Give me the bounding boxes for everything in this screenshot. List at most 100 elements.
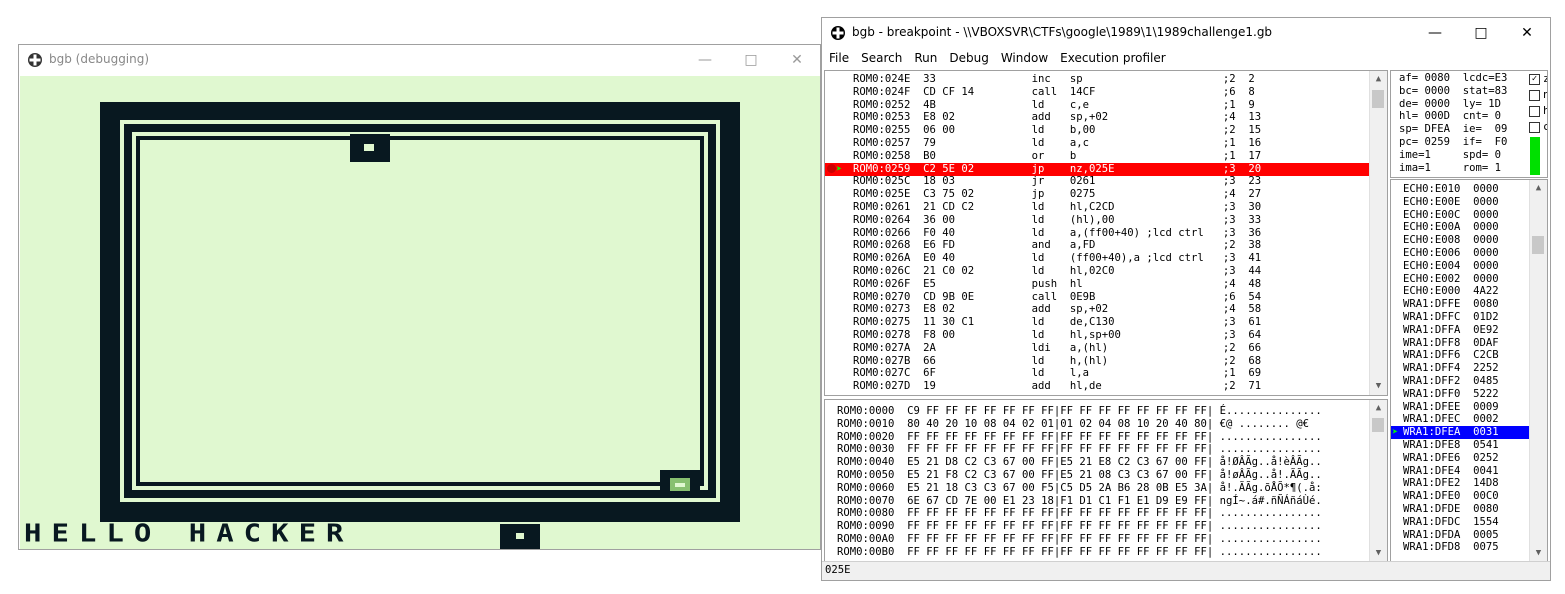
- disasm-row[interactable]: ROM0:0252 4B ld c,e ;1 9: [825, 99, 1369, 112]
- memory-row[interactable]: ROM0:00A0 FF FF FF FF FF FF FF FF|FF FF …: [837, 533, 1369, 546]
- memory-row[interactable]: ROM0:0060 E5 21 18 C3 C3 67 00 F5|C5 D5 …: [837, 482, 1369, 495]
- current-stack-row[interactable]: WRA1:DFEA 0031 ➤: [1391, 426, 1529, 440]
- stack-row[interactable]: WRA1:DFFE 0080: [1403, 298, 1529, 311]
- memory-row[interactable]: ROM0:0030 FF FF FF FF FF FF FF FF|FF FF …: [837, 443, 1369, 456]
- disasm-row[interactable]: ROM0:0253 E8 02 add sp,+02 ;4 13: [825, 111, 1369, 124]
- disasm-row[interactable]: ROM0:0261 21 CD C2 ld hl,C2CD ;3 30: [825, 201, 1369, 214]
- menu-run[interactable]: Run: [907, 48, 942, 65]
- scroll-thumb[interactable]: [1372, 90, 1384, 108]
- stack-row[interactable]: WRA1:DFF4 2252: [1403, 362, 1529, 375]
- stack-scrollbar[interactable]: ▲ ▼: [1529, 180, 1547, 562]
- memory-row[interactable]: ROM0:0010 80 40 20 10 08 04 02 01|01 02 …: [837, 418, 1369, 431]
- stack-row[interactable]: WRA1:DFF0 5222: [1403, 388, 1529, 401]
- scroll-up-icon[interactable]: ▲: [1370, 71, 1387, 88]
- disasm-row[interactable]: ROM0:0278 F8 00 ld hl,sp+00 ;3 64: [825, 329, 1369, 342]
- stack-row[interactable]: ECH0:E00E 0000: [1403, 196, 1529, 209]
- memory-row[interactable]: ROM0:0040 E5 21 D8 C2 C3 67 00 FF|E5 21 …: [837, 456, 1369, 469]
- stack-row[interactable]: ECH0:E008 0000: [1403, 234, 1529, 247]
- memory-row[interactable]: ROM0:0070 6E 67 CD 7E 00 E1 23 18|F1 D1 …: [837, 495, 1369, 508]
- disasm-row[interactable]: ROM0:027A 2A ldi a,(hl) ;2 66: [825, 342, 1369, 355]
- disasm-row[interactable]: ROM0:026F E5 push hl ;4 48: [825, 278, 1369, 291]
- stack-row[interactable]: WRA1:DFD8 0075: [1403, 541, 1529, 554]
- register-row[interactable]: bc= 0000 stat=83: [1399, 85, 1507, 98]
- emulator-titlebar[interactable]: bgb (debugging) — □ ✕: [19, 45, 820, 75]
- disasm-row[interactable]: ROM0:024F CD CF 14 call 14CF ;6 8: [825, 86, 1369, 99]
- disasm-row[interactable]: ROM0:026A E0 40 ld (ff00+40),a ;lcd ctrl…: [825, 252, 1369, 265]
- stack-row[interactable]: WRA1:DFDE 0080: [1403, 503, 1529, 516]
- register-row[interactable]: af= 0080 lcdc=E3: [1399, 72, 1507, 85]
- stack-row[interactable]: ECH0:E00C 0000: [1403, 209, 1529, 222]
- memory-pane[interactable]: ROM0:0000 C9 FF FF FF FF FF FF FF|FF FF …: [824, 399, 1388, 563]
- memory-row[interactable]: ROM0:0090 FF FF FF FF FF FF FF FF|FF FF …: [837, 520, 1369, 533]
- stack-row[interactable]: WRA1:DFE6 0252: [1403, 452, 1529, 465]
- register-row[interactable]: de= 0000 ly= 1D: [1399, 98, 1501, 111]
- disasm-row[interactable]: ROM0:0264 36 00 ld (hl),00 ;3 33: [825, 214, 1369, 227]
- scroll-thumb[interactable]: [1372, 418, 1384, 432]
- close-icon[interactable]: ✕: [1504, 18, 1550, 48]
- stack-row[interactable]: WRA1:DFDA 0005: [1403, 529, 1529, 542]
- register-row[interactable]: hl= 000D cnt= 0: [1399, 110, 1501, 123]
- disasm-row[interactable]: ROM0:0257 79 ld a,c ;1 16: [825, 137, 1369, 150]
- maximize-icon[interactable]: □: [728, 45, 774, 75]
- disasm-row[interactable]: ROM0:027D 19 add hl,de ;2 71: [825, 380, 1369, 393]
- gameboy-screen[interactable]: HELLO HACKER: [20, 76, 820, 549]
- memory-row[interactable]: ROM0:0050 E5 21 F8 C2 C3 67 00 FF|E5 21 …: [837, 469, 1369, 482]
- stack-row[interactable]: ECH0:E004 0000: [1403, 260, 1529, 273]
- menu-debug[interactable]: Debug: [942, 48, 993, 65]
- stack-row[interactable]: ECH0:E010 0000: [1403, 183, 1529, 196]
- flag-z-checkbox[interactable]: ✓: [1529, 74, 1540, 85]
- memory-scrollbar[interactable]: ▲ ▼: [1369, 400, 1387, 562]
- menu-window[interactable]: Window: [994, 48, 1053, 65]
- register-row[interactable]: sp= DFEA ie= 09: [1399, 123, 1507, 136]
- stack-row[interactable]: ECH0:E000 4A22: [1403, 285, 1529, 298]
- scroll-up-icon[interactable]: ▲: [1530, 180, 1547, 197]
- stack-pane[interactable]: ECH0:E010 0000 ECH0:E00E 0000 ECH0:E00C 00…: [1390, 179, 1548, 563]
- register-row[interactable]: ima=1 rom= 1: [1399, 162, 1501, 175]
- scroll-down-icon[interactable]: ▼: [1530, 545, 1547, 562]
- stack-row[interactable]: WRA1:DFFC 01D2: [1403, 311, 1529, 324]
- disasm-row[interactable]: ROM0:027C 6F ld l,a ;1 69: [825, 367, 1369, 380]
- memory-row[interactable]: ROM0:0020 FF FF FF FF FF FF FF FF|FF FF …: [837, 431, 1369, 444]
- memory-row[interactable]: ROM0:00B0 FF FF FF FF FF FF FF FF|FF FF …: [837, 546, 1369, 559]
- stack-row[interactable]: WRA1:DFEC 0002: [1403, 413, 1529, 426]
- disassembly-scrollbar[interactable]: ▲ ▼: [1369, 71, 1387, 395]
- stack-row[interactable]: WRA1:DFFA 0E92: [1403, 324, 1529, 337]
- disasm-row[interactable]: ROM0:024E 33 inc sp ;2 2: [825, 73, 1369, 86]
- stack-row[interactable]: WRA1:DFF8 0DAF: [1403, 337, 1529, 350]
- stack-row[interactable]: WRA1:DFE8 0541: [1403, 439, 1529, 452]
- menu-search[interactable]: Search: [854, 48, 907, 65]
- stack-row[interactable]: WRA1:DFE4 0041: [1403, 465, 1529, 478]
- debugger-titlebar[interactable]: bgb - breakpoint - \\VBOXSVR\CTFs\google…: [822, 18, 1550, 48]
- current-instruction-row[interactable]: ➤ ROM0:0259 C2 5E 02 jp nz,025E ;3 20: [825, 162, 1369, 176]
- register-row[interactable]: pc= 0259 if= F0: [1399, 136, 1507, 149]
- disasm-row[interactable]: ROM0:0270 CD 9B 0E call 0E9B ;6 54: [825, 291, 1369, 304]
- stack-row[interactable]: WRA1:DFEE 0009: [1403, 401, 1529, 414]
- disassembly-pane[interactable]: ROM0:024E 33 inc sp ;2 2 ROM0:024F CD CF …: [824, 70, 1388, 396]
- scroll-down-icon[interactable]: ▼: [1370, 378, 1387, 395]
- scroll-down-icon[interactable]: ▼: [1370, 545, 1387, 562]
- stack-row[interactable]: WRA1:DFF2 0485: [1403, 375, 1529, 388]
- disasm-row[interactable]: ROM0:0273 E8 02 add sp,+02 ;4 58: [825, 303, 1369, 316]
- disasm-row[interactable]: ROM0:0275 11 30 C1 ld de,C130 ;3 61: [825, 316, 1369, 329]
- memory-row[interactable]: ROM0:0080 FF FF FF FF FF FF FF FF|FF FF …: [837, 507, 1369, 520]
- stack-row[interactable]: ECH0:E006 0000: [1403, 247, 1529, 260]
- disasm-row[interactable]: ROM0:0258 B0 or b ;1 17: [825, 150, 1369, 163]
- stack-row[interactable]: WRA1:DFE2 14D8: [1403, 477, 1529, 490]
- flag-n-checkbox[interactable]: [1529, 90, 1540, 101]
- disasm-row[interactable]: ROM0:025E C3 75 02 jp 0275 ;4 27: [825, 188, 1369, 201]
- disasm-row[interactable]: ROM0:025C 18 03 jr 0261 ;3 23: [825, 175, 1369, 188]
- scroll-up-icon[interactable]: ▲: [1370, 400, 1387, 417]
- scroll-thumb[interactable]: [1532, 236, 1544, 254]
- disasm-row[interactable]: ROM0:0266 F0 40 ld a,(ff00+40) ;lcd ctrl…: [825, 227, 1369, 240]
- stack-row[interactable]: WRA1:DFDC 1554: [1403, 516, 1529, 529]
- registers-pane[interactable]: af= 0080 lcdc=E3 bc= 0000 stat=83 de= 0000…: [1390, 70, 1548, 178]
- stack-row[interactable]: WRA1:DFE0 00C0: [1403, 490, 1529, 503]
- menu-execution-profiler[interactable]: Execution profiler: [1053, 48, 1171, 65]
- stack-row[interactable]: WRA1:DFF6 C2CB: [1403, 349, 1529, 362]
- minimize-icon[interactable]: —: [682, 45, 728, 75]
- disasm-row[interactable]: ROM0:0268 E6 FD and a,FD ;2 38: [825, 239, 1369, 252]
- close-icon[interactable]: ✕: [774, 45, 820, 75]
- minimize-icon[interactable]: —: [1412, 18, 1458, 48]
- maximize-icon[interactable]: □: [1458, 18, 1504, 48]
- stack-row[interactable]: ECH0:E00A 0000: [1403, 221, 1529, 234]
